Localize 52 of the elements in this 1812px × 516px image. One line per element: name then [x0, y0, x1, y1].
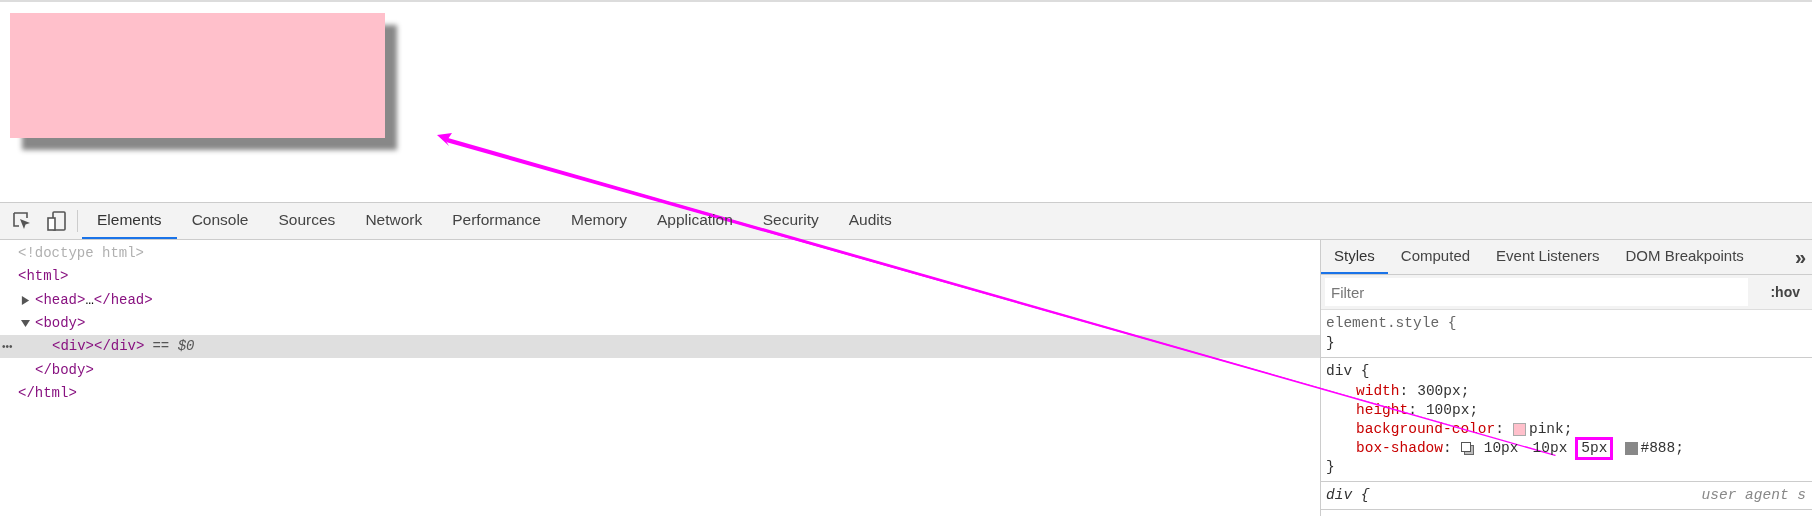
dom-tag[interactable]: <head>	[35, 289, 86, 311]
rule-origin: user agent s	[1701, 486, 1806, 506]
dom-tag[interactable]: <body>	[35, 313, 86, 335]
panel-tab[interactable]: Audits	[833, 203, 907, 239]
panel-tab[interactable]: Elements	[82, 203, 177, 239]
css-property[interactable]: box-shadow	[1356, 437, 1443, 460]
dom-tag[interactable]: </html>	[18, 382, 77, 404]
dom-row[interactable]: <body>	[0, 311, 1320, 336]
css-value[interactable]: 10px	[1477, 437, 1525, 460]
color-swatch[interactable]	[1625, 442, 1639, 455]
filter-field[interactable]: Filter	[1325, 278, 1748, 306]
sidebar-tab[interactable]: Computed	[1387, 240, 1484, 274]
panel-tab[interactable]: Memory	[555, 203, 642, 239]
dom-row[interactable]: <head>…</head>	[0, 288, 1320, 312]
panel-tab[interactable]: Network	[350, 203, 438, 239]
dom-tag[interactable]: <div>	[52, 336, 94, 358]
panel-tab[interactable]: Security	[747, 203, 834, 239]
css-value[interactable]: #888;	[1640, 437, 1684, 460]
selected-dom-row[interactable]: ••• <div></div> == $0	[0, 335, 1320, 359]
css-colon: :	[1443, 438, 1452, 458]
inspect-element-icon[interactable]	[12, 211, 32, 231]
panel-tab[interactable]: Application	[641, 203, 748, 239]
dom-tag[interactable]: <html>	[18, 266, 69, 288]
sidebar-tab[interactable]: Event Listeners	[1483, 240, 1613, 274]
more-tabs-icon[interactable]: »	[1794, 242, 1812, 272]
css-selector[interactable]: div {	[1326, 485, 1370, 507]
collapsed-triangle-icon[interactable]	[21, 295, 30, 305]
selected-node-note: == $0	[152, 337, 195, 357]
panel-tab[interactable]: Performance	[437, 203, 556, 239]
expanded-triangle-icon[interactable]	[21, 318, 30, 328]
dom-tag[interactable]: </div>	[94, 336, 145, 358]
css-colon: :	[1408, 400, 1417, 420]
css-selector[interactable]: div {	[1326, 361, 1370, 383]
dom-tag[interactable]: </body>	[35, 359, 94, 381]
more-dots[interactable]: •••	[2, 339, 13, 355]
rule-close-brace: }	[1326, 334, 1335, 354]
css-property[interactable]: width	[1356, 380, 1400, 403]
rule-close-brace: }	[1326, 458, 1335, 478]
panel-tab[interactable]: Console	[176, 203, 264, 239]
dom-row[interactable]: <html>	[0, 265, 1320, 289]
css-colon: :	[1495, 419, 1504, 439]
css-selector[interactable]: element.style {	[1326, 313, 1457, 335]
dom-tag[interactable]: </head>	[93, 289, 153, 311]
panel-tab[interactable]: Sources	[263, 203, 351, 239]
color-swatch[interactable]	[1512, 423, 1526, 436]
css-colon: :	[1399, 381, 1409, 401]
highlighted-css-value[interactable]: 5px	[1575, 437, 1614, 460]
shadow-editor-icon[interactable]	[1460, 442, 1474, 455]
collapsed-ellipsis[interactable]: …	[85, 289, 94, 311]
sidebar-tab[interactable]: DOM Breakpoints	[1612, 240, 1757, 274]
hov-toggle[interactable]: :hov	[1770, 281, 1800, 303]
device-toolbar-icon[interactable]	[47, 211, 67, 231]
